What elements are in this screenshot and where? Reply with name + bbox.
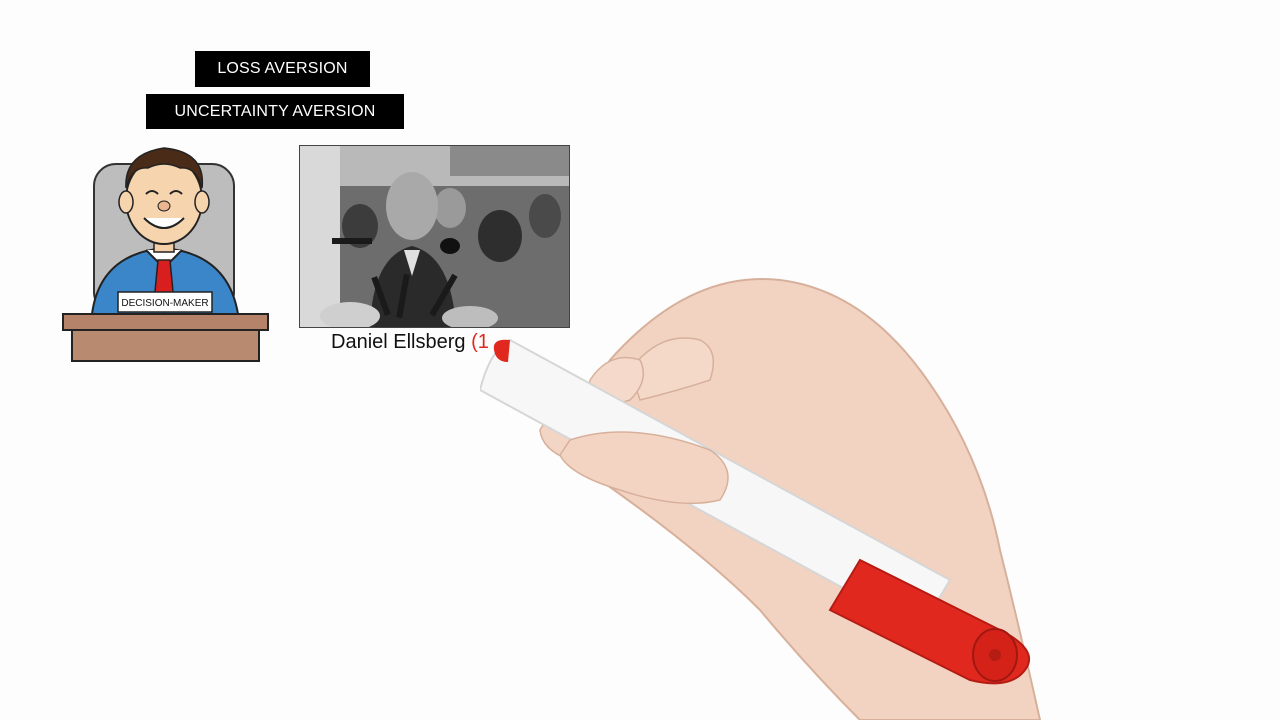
loss-aversion-label: LOSS AVERSION [195,51,370,87]
caption-name: Daniel Ellsberg [331,331,466,353]
decision-maker-illustration: DECISION-MAKER [62,147,269,362]
hand-with-marker-icon [480,278,1042,720]
uncertainty-aversion-label: UNCERTAINTY AVERSION [146,94,404,129]
desk-sign-text: DECISION-MAKER [121,298,208,309]
whiteboard-canvas: LOSS AVERSION UNCERTAINTY AVERSION DECIS… [0,0,1280,720]
photo-caption: Daniel Ellsberg (1 [331,331,489,354]
